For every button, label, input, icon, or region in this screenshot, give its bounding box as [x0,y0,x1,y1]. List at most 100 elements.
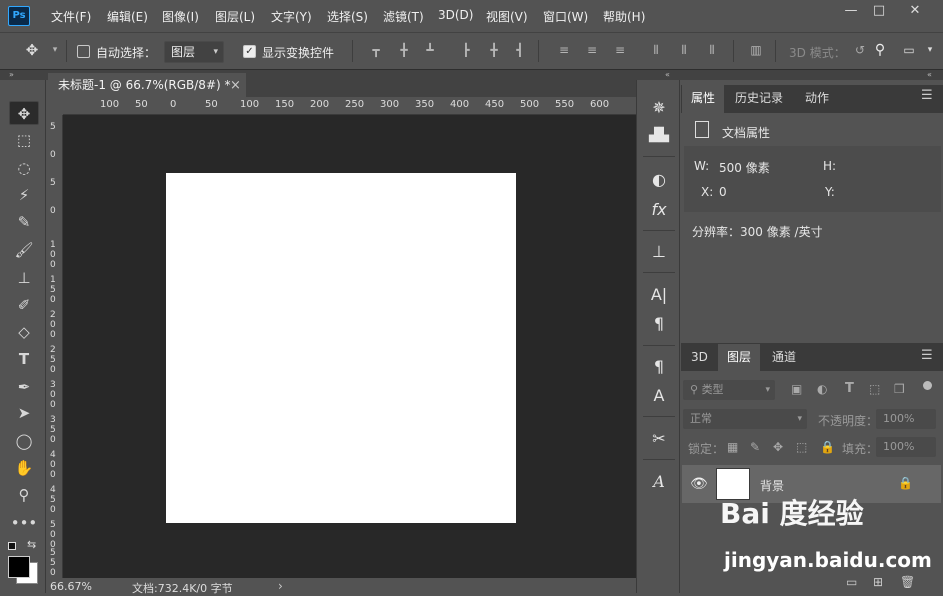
lock-pixels-icon[interactable]: ✎ [750,440,760,454]
new-layer-icon[interactable]: ⊞ [873,575,883,589]
menu-window[interactable]: 窗口(W) [543,8,588,25]
document-tab[interactable]: 未标题-1 @ 66.7%(RGB/8#) * [48,73,246,97]
collapse-dock-icon[interactable]: « [665,70,670,79]
magic-wand-tool-icon[interactable]: ⚡ [9,183,39,207]
histogram-icon[interactable]: ▟▙ [645,124,673,148]
auto-select-dropdown[interactable]: 图层 ▾ [164,41,224,63]
opacity-field[interactable]: 100% [876,409,936,429]
lasso-tool-icon[interactable]: ◌ [9,156,39,180]
tab-layers[interactable]: 图层 [718,344,761,372]
lock-all-icon[interactable]: 🔒 [820,440,835,454]
crop-eyedropper-tool-icon[interactable]: ✎ [9,210,39,234]
search-icon[interactable]: ⚲ [872,42,888,58]
distribute-right-icon[interactable]: ⫴ [704,42,720,58]
layer-filter-dropdown[interactable]: ⚲ 类型 ▾ [683,380,775,400]
tab-actions[interactable]: 动作 [796,85,838,113]
blend-mode-dropdown[interactable]: 正常 ▾ [683,409,807,429]
distribute-bottom-icon[interactable]: ≡ [612,42,628,58]
foreground-color-swatch[interactable] [8,556,30,578]
menu-layer[interactable]: 图层(L) [215,8,255,25]
tab-properties[interactable]: 属性 [682,85,725,113]
filter-pixel-icon[interactable]: ▣ [791,382,802,396]
swap-colors-icon[interactable]: ⇆ [27,538,36,551]
chevron-down-icon[interactable]: ▾ [922,42,938,58]
new-group-icon[interactable]: ▭ [846,575,857,589]
tools-icon[interactable]: ✂ [645,427,673,451]
align-left-icon[interactable]: ┣ [458,42,474,58]
align-bottom-icon[interactable]: ┻ [422,42,438,58]
show-transform-checkbox[interactable]: ✓ [243,45,256,58]
menu-image[interactable]: 图像(I) [162,8,199,25]
marquee-tool-icon[interactable]: ⬚ [9,128,39,152]
workspace-icon[interactable]: ▭ [901,42,917,58]
move-tool-preset-icon[interactable]: ✥ [24,42,40,58]
more-tools-icon[interactable]: ••• [9,511,39,535]
hand-tool-icon[interactable]: ✋ [9,456,39,480]
fill-field[interactable]: 100% [876,437,936,457]
lock-position-icon[interactable]: ✥ [773,440,783,454]
brush-tool-icon[interactable]: 🖌 [9,238,39,262]
restore-button[interactable]: □ [862,0,896,24]
menu-type[interactable]: 文字(Y) [271,8,312,25]
menu-filter[interactable]: 滤镜(T) [383,8,424,25]
menu-help[interactable]: 帮助(H) [603,8,645,25]
glyphs-icon[interactable]: A [645,470,673,494]
move-tool-icon[interactable]: ✥ [9,101,39,125]
history-brush-tool-icon[interactable]: ✐ [9,293,39,317]
expand-toolbar-icon[interactable]: » [9,70,14,79]
menu-file[interactable]: 文件(F) [51,8,91,25]
align-hcenter-icon[interactable]: ╋ [486,42,502,58]
type-tool-icon[interactable]: T [9,347,39,371]
tab-history[interactable]: 历史记录 [726,85,792,113]
distribute-top-icon[interactable]: ≡ [556,42,572,58]
panel-menu-icon[interactable]: ☰ [921,348,933,363]
menu-3d[interactable]: 3D(D) [438,8,473,22]
filter-shape-icon[interactable]: ⬚ [869,382,880,396]
auto-align-icon[interactable]: ▥ [748,42,764,58]
filter-smart-object-icon[interactable]: ❒ [894,382,905,396]
zoom-tool-icon[interactable]: ⚲ [9,483,39,507]
menu-edit[interactable]: 编辑(E) [107,8,148,25]
filter-adjustment-icon[interactable]: ◐ [817,382,827,396]
character-icon[interactable]: A| [645,283,673,307]
paragraph-styles-icon[interactable]: ¶ [645,355,673,379]
styles-fx-icon[interactable]: fx [645,198,673,222]
chevron-down-icon[interactable]: ▾ [47,42,63,58]
menu-select[interactable]: 选择(S) [327,8,368,25]
close-window-button[interactable]: ✕ [898,0,932,24]
pen-tool-icon[interactable]: ✒ [9,375,39,399]
adjustments-icon[interactable]: ◐ [645,168,673,192]
delete-layer-icon[interactable]: 🗑 [900,575,915,589]
close-tab-icon[interactable]: × [230,78,241,93]
zoom-level[interactable]: 66.67% [50,580,92,593]
align-top-icon[interactable]: ┳ [368,42,384,58]
width-value[interactable]: 500 像素 [719,159,770,176]
visibility-eye-icon[interactable]: 👁 [690,476,708,492]
stamp-tool-icon[interactable]: ⊥ [9,266,39,290]
auto-select-checkbox[interactable] [77,45,90,58]
distribute-vcenter-icon[interactable]: ≡ [584,42,600,58]
navigator-icon[interactable]: ✵ [645,96,673,120]
lock-artboard-icon[interactable]: ⬚ [796,440,807,454]
collapse-panels-icon[interactable]: « [927,70,932,79]
align-right-icon[interactable]: ┫ [512,42,528,58]
tab-3d[interactable]: 3D [682,344,717,372]
x-value[interactable]: 0 [719,185,727,199]
character-styles-icon[interactable]: A [645,384,673,408]
paragraph-icon[interactable]: ¶ [645,312,673,336]
path-select-tool-icon[interactable]: ➤ [9,401,39,425]
ellipse-tool-icon[interactable]: ◯ [9,429,39,453]
tab-channels[interactable]: 通道 [763,344,805,372]
eraser-tool-icon[interactable]: ◇ [9,320,39,344]
tool-presets-icon[interactable]: ⊥ [645,240,673,264]
distribute-hcenter-icon[interactable]: ⫴ [676,42,692,58]
3d-orbit-icon[interactable]: ↺ [852,42,868,58]
default-colors-icon[interactable] [8,542,16,550]
status-menu-arrow-icon[interactable]: › [278,579,283,593]
align-vcenter-icon[interactable]: ╋ [396,42,412,58]
lock-transparent-icon[interactable]: ▦ [727,440,738,454]
menu-view[interactable]: 视图(V) [486,8,528,25]
filter-type-icon[interactable]: T [845,381,854,396]
panel-menu-icon[interactable]: ☰ [921,88,933,103]
document-canvas[interactable] [166,173,516,523]
